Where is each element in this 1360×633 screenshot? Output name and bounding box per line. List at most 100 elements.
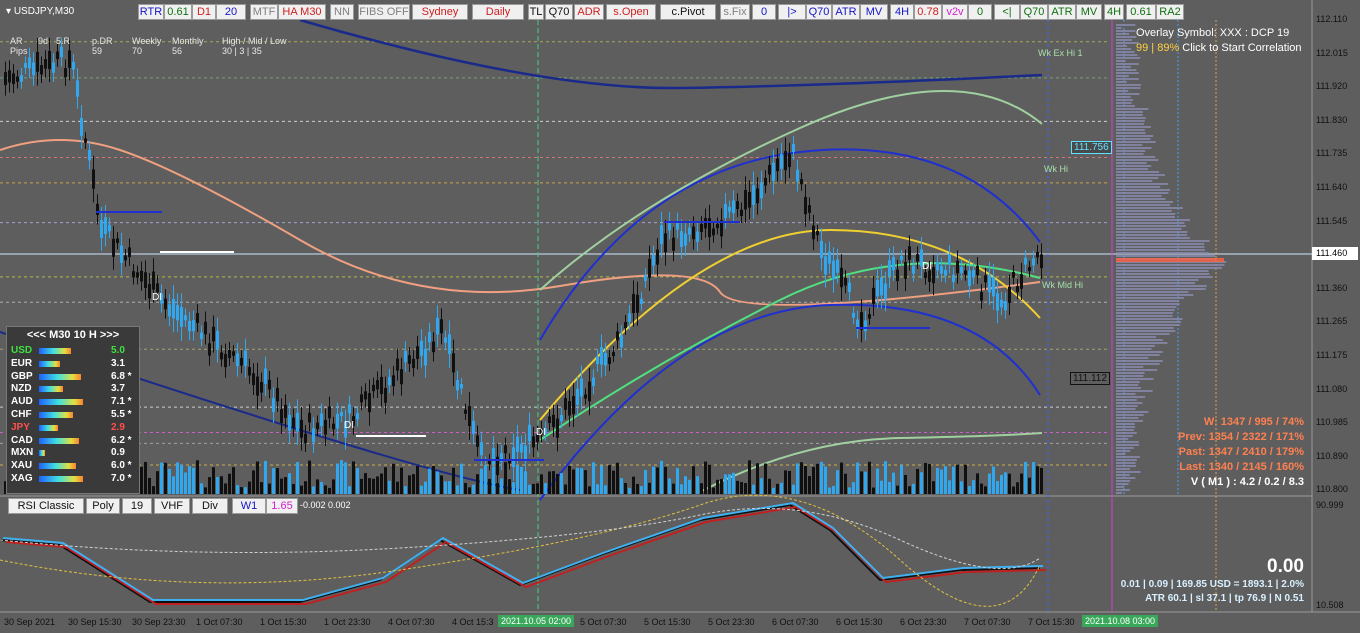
profile-bar: [1116, 255, 1216, 257]
volume-bar: [928, 464, 931, 494]
candle-body: [580, 378, 583, 397]
toolbar-button-s-fix[interactable]: s.Fix: [720, 4, 750, 20]
currency-row-xag[interactable]: XAG 7.0 *: [7, 473, 139, 486]
candle-body: [336, 413, 339, 429]
currency-row-eur[interactable]: EUR 3.1: [7, 358, 139, 371]
candle-body: [596, 356, 599, 365]
toolbar-button-19[interactable]: 19: [122, 498, 152, 514]
toolbar-button-1-65[interactable]: 1.65: [266, 498, 298, 514]
currency-row-nzd[interactable]: NZD 3.7: [7, 383, 139, 396]
currency-strength-header[interactable]: <<< M30 10 H >>>: [7, 327, 139, 343]
toolbar-button-0-61[interactable]: 0.61: [164, 4, 192, 20]
volume-bar: [444, 481, 447, 494]
toolbar-button-20[interactable]: 20: [216, 4, 246, 20]
volume-bar: [940, 469, 943, 494]
candle-body: [12, 73, 15, 85]
volume-bar: [400, 467, 403, 494]
currency-row-chf[interactable]: CHF 5.5 *: [7, 409, 139, 422]
toolbar-button-s-open[interactable]: s.Open: [606, 4, 656, 20]
toolbar-button-w1[interactable]: W1: [232, 498, 266, 514]
currency-row-mxn[interactable]: MXN 0.9: [7, 447, 139, 460]
volume-bar: [616, 462, 619, 494]
currency-value: 0.9: [111, 447, 125, 459]
volume-bar: [752, 484, 755, 494]
volume-bar: [728, 474, 731, 494]
toolbar-button-[interactable]: |>: [778, 4, 806, 20]
correlation-link[interactable]: Click to Start Correlation: [1182, 42, 1301, 54]
toolbar-button-atr[interactable]: ATR: [1048, 4, 1076, 20]
toolbar-button-q70[interactable]: Q70: [806, 4, 832, 20]
volume-bar: [520, 466, 523, 494]
candle-body: [464, 409, 467, 414]
overlay-info[interactable]: Overlay Symbol: XXX : DCP 19 99 | 89% Cl…: [1136, 27, 1302, 54]
candle-body: [52, 62, 55, 73]
volume-bar: [684, 476, 687, 494]
currency-row-aud[interactable]: AUD 7.1 *: [7, 396, 139, 409]
currency-row-xau[interactable]: XAU 6.0 *: [7, 460, 139, 473]
toolbar-button-d1[interactable]: D1: [192, 4, 216, 20]
toolbar-button-vhf[interactable]: VHF: [154, 498, 190, 514]
toolbar-button-4h[interactable]: 4H: [1104, 4, 1124, 20]
time-tick: 1 Oct 23:30: [324, 617, 371, 627]
toolbar-button-mtf[interactable]: MTF: [250, 4, 278, 20]
profile-bar: [1116, 423, 1135, 425]
toolbar-button-[interactable]: <|: [994, 4, 1020, 20]
poc-bar: [1116, 258, 1224, 262]
candle-body: [828, 251, 831, 264]
volume-bar: [500, 478, 503, 494]
profile-bar: [1116, 162, 1147, 164]
time-tick: 4 Oct 07:30: [388, 617, 435, 627]
strength-bar: [39, 373, 81, 380]
toolbar-button-c-pivot[interactable]: c.Pivot: [660, 4, 716, 20]
currency-row-gbp[interactable]: GBP 6.8 *: [7, 371, 139, 384]
candle-body: [252, 373, 255, 386]
candle-body: [684, 233, 687, 246]
candle-body: [604, 353, 607, 366]
toolbar-button-nn[interactable]: NN: [330, 4, 354, 20]
currency-value: 6.8 *: [111, 370, 132, 382]
toolbar-button-ha-m30[interactable]: HA M30: [278, 4, 326, 20]
toolbar-button-daily[interactable]: Daily: [472, 4, 524, 20]
toolbar-button-atr[interactable]: ATR: [832, 4, 860, 20]
toolbar-button-0[interactable]: 0: [968, 4, 992, 20]
currency-row-jpy[interactable]: JPY 2.9: [7, 422, 139, 435]
toolbar-button-ra2[interactable]: RA2: [1156, 4, 1184, 20]
toolbar-button-mv[interactable]: MV: [1076, 4, 1102, 20]
toolbar-button-sydney[interactable]: Sydney: [412, 4, 468, 20]
currency-row-cad[interactable]: CAD 6.2 *: [7, 435, 139, 448]
toolbar-button-rtr[interactable]: RTR: [138, 4, 164, 20]
volume-bar: [160, 462, 163, 494]
toolbar-button-0-78[interactable]: 0.78: [914, 4, 942, 20]
candle-body: [20, 75, 23, 82]
chart-canvas[interactable]: [0, 0, 1360, 633]
volume-bar: [352, 461, 355, 494]
toolbar-button-mv[interactable]: MV: [860, 4, 888, 20]
volume-bar: [576, 467, 579, 494]
toolbar-button-fibs-off[interactable]: FIBS OFF: [358, 4, 410, 20]
toolbar-button-0-61[interactable]: 0.61: [1126, 4, 1156, 20]
currency-row-usd[interactable]: USD 5.0: [7, 345, 139, 358]
sub-axis-top: 90.999: [1316, 500, 1344, 510]
toolbar-button-q70[interactable]: Q70: [1020, 4, 1048, 20]
profile-bar: [1116, 351, 1163, 353]
toolbar-button-v2v[interactable]: v2v: [942, 4, 968, 20]
toolbar-button-q70[interactable]: Q70: [545, 4, 573, 20]
candle-body: [844, 277, 847, 286]
candle-body: [468, 406, 471, 427]
toolbar-button-rsi-classic[interactable]: RSI Classic: [8, 498, 84, 514]
sub-axis-bottom: 10.508: [1316, 600, 1344, 610]
volume-bar: [740, 482, 743, 494]
toolbar-button-div[interactable]: Div: [192, 498, 228, 514]
volume-bar: [528, 484, 531, 494]
toolbar-button-tl[interactable]: TL: [528, 4, 544, 20]
toolbar-button-4h[interactable]: 4H: [890, 4, 914, 20]
candle-body: [1008, 286, 1011, 303]
price-tick: 110.890: [1316, 450, 1348, 461]
profile-bar: [1116, 357, 1149, 359]
toolbar-button-poly[interactable]: Poly: [86, 498, 120, 514]
collapse-arrow-icon[interactable]: ▾: [6, 6, 11, 17]
volume-bar: [416, 465, 419, 494]
toolbar-button-adr[interactable]: ADR: [574, 4, 604, 20]
profile-bar: [1116, 102, 1132, 104]
toolbar-button-0[interactable]: 0: [752, 4, 776, 20]
